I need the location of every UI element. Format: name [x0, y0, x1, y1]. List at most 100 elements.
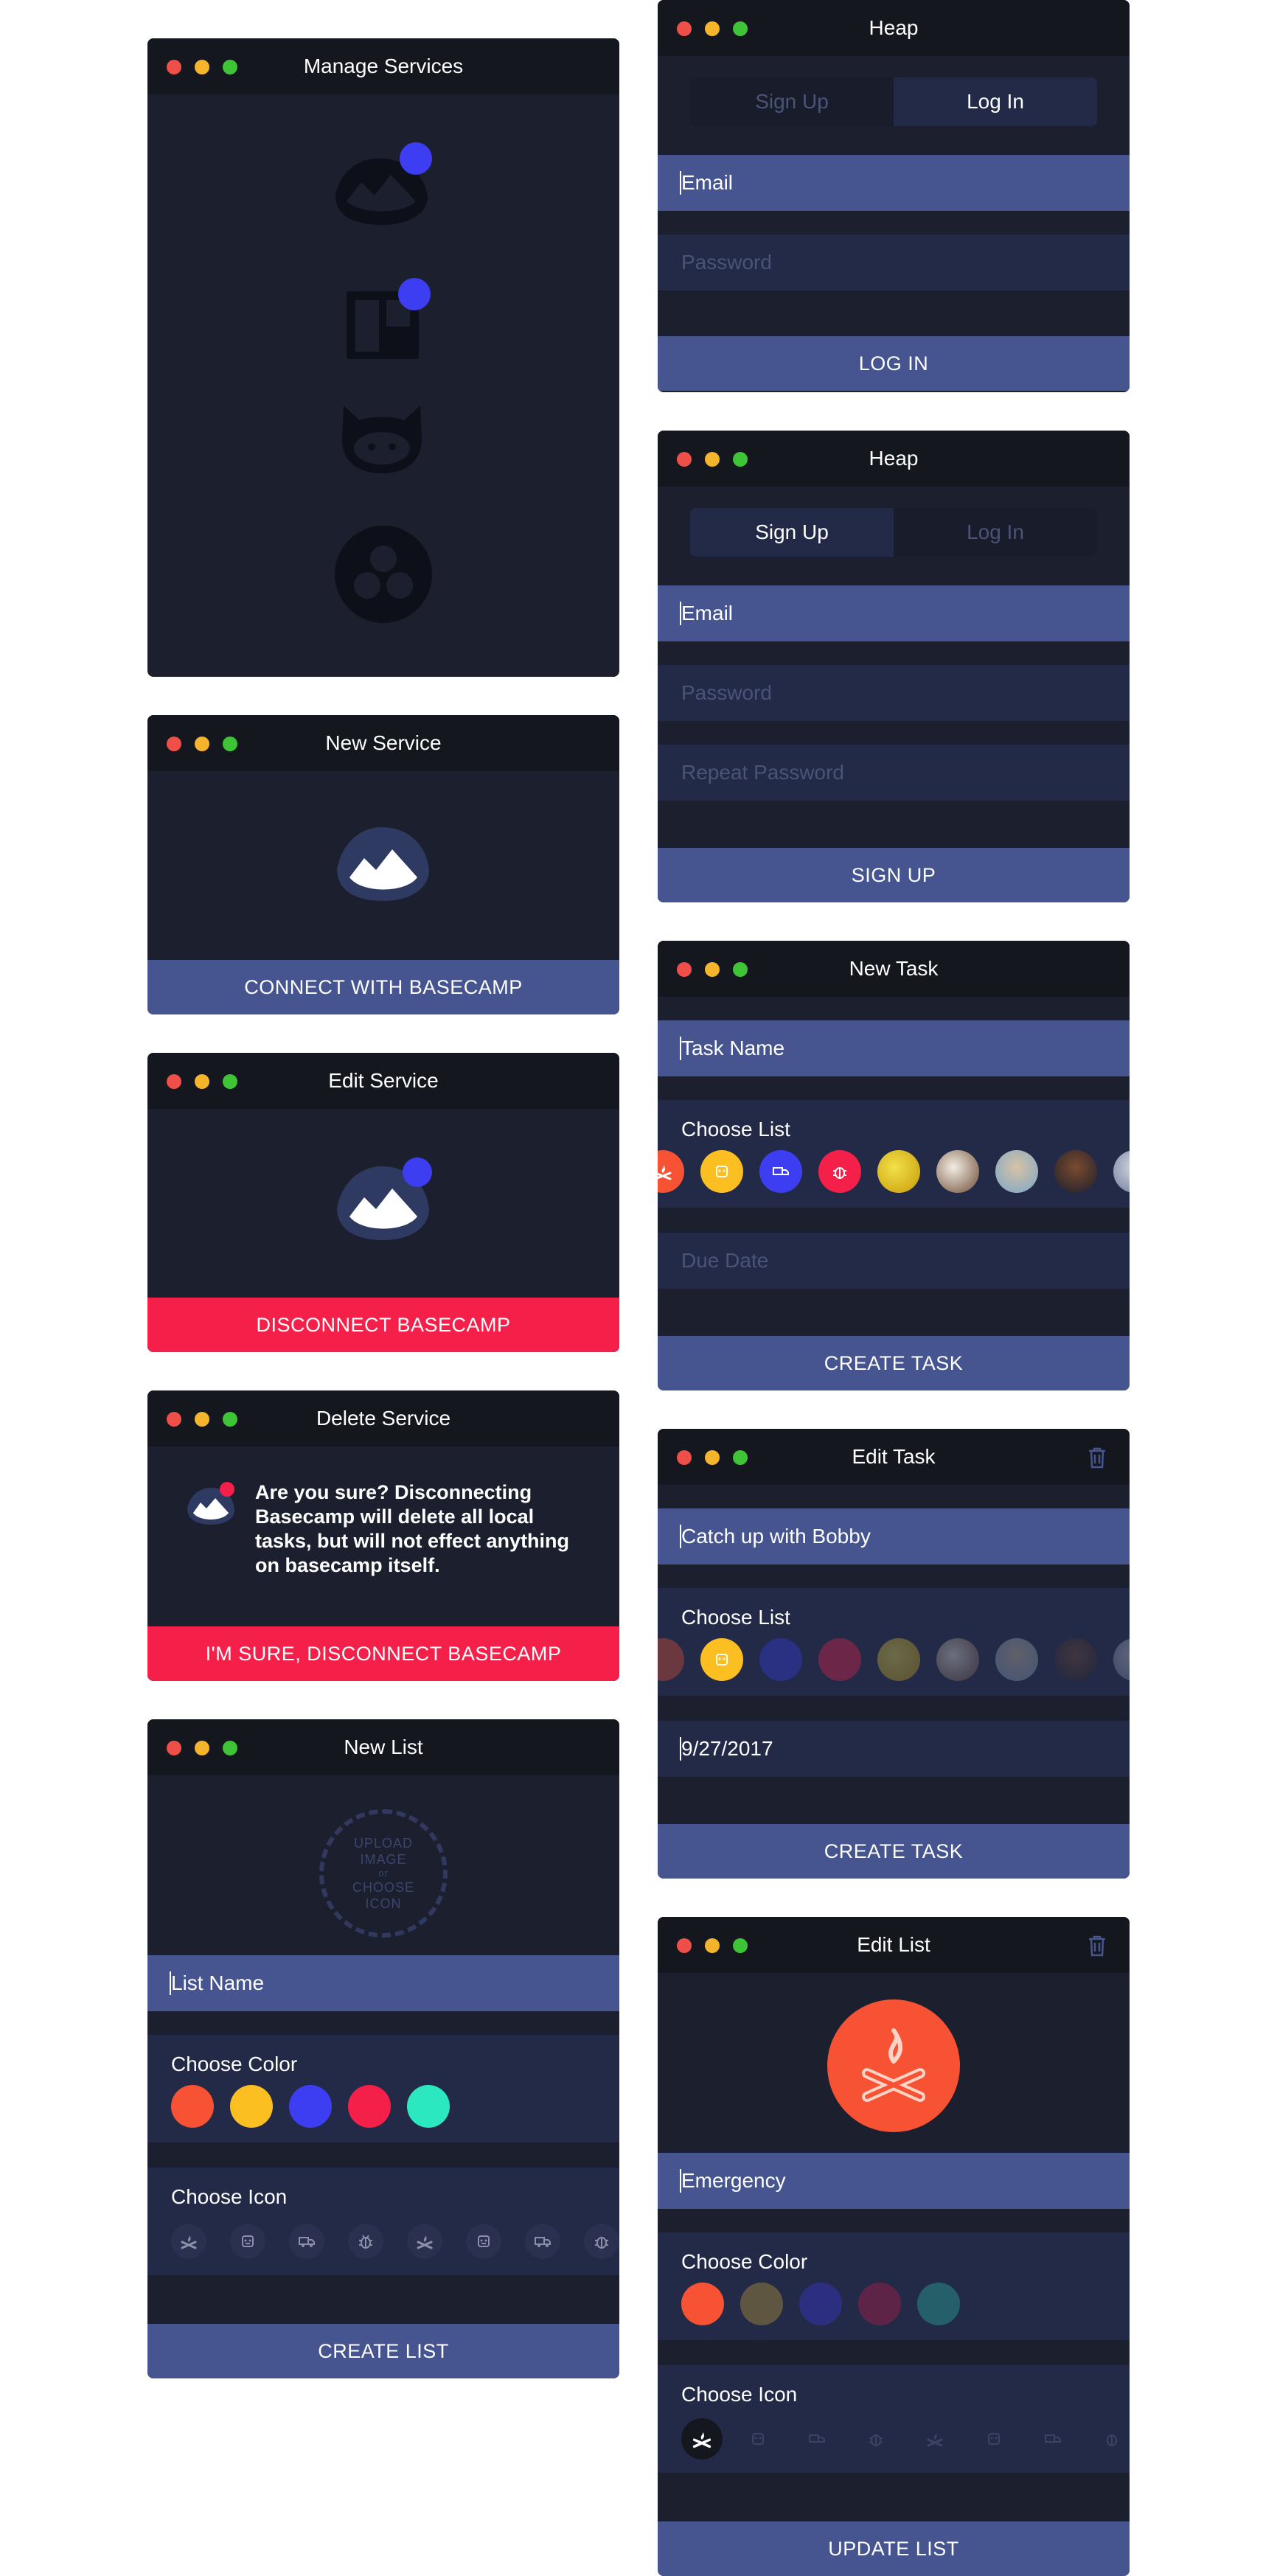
list-avatar-4[interactable]: [1054, 1150, 1097, 1193]
choose-color-label: Choose Color: [171, 2053, 298, 2075]
due-date-field[interactable]: Due Date: [658, 1233, 1130, 1289]
task-name-input[interactable]: Catch up with Bobby: [658, 1508, 1130, 1564]
titlebar: Heap: [658, 431, 1130, 487]
github-icon[interactable]: [338, 404, 426, 478]
task-name-input[interactable]: Task Name: [658, 1020, 1130, 1076]
list-name-input[interactable]: List Name: [147, 1955, 619, 2011]
window-title: Edit Task: [852, 1445, 936, 1468]
choose-color-section: Choose Color: [658, 2232, 1130, 2340]
truck-icon[interactable]: [799, 2421, 835, 2457]
window-title: Heap: [869, 447, 919, 470]
password-field[interactable]: Password: [658, 234, 1130, 290]
window-title: Edit List: [857, 1933, 930, 1956]
list-avatar-3[interactable]: [995, 1638, 1038, 1681]
tab-log-in[interactable]: Log In: [894, 77, 1097, 126]
upload-image-button[interactable]: UPLOAD IMAGE or CHOOSE ICON: [319, 1809, 448, 1938]
titlebar: New List: [147, 1719, 619, 1775]
list-option-bug[interactable]: [818, 1150, 861, 1193]
heap-login-window: Heap Sign Up Log In Email Password LOG I…: [658, 0, 1130, 392]
color-option-blue[interactable]: [289, 2085, 332, 2128]
tab-sign-up[interactable]: Sign Up: [690, 508, 894, 557]
trello-icon[interactable]: [344, 278, 432, 359]
tab-sign-up[interactable]: Sign Up: [690, 77, 894, 126]
list-avatar-1[interactable]: [877, 1638, 920, 1681]
window-title: Edit Service: [328, 1069, 439, 1092]
list-avatar-4[interactable]: [1054, 1638, 1097, 1681]
truck-icon[interactable]: [289, 2224, 324, 2259]
list-option-truck[interactable]: [759, 1150, 802, 1193]
list-option-emergency[interactable]: [658, 1638, 684, 1681]
color-option-teal[interactable]: [407, 2085, 450, 2128]
bug-icon[interactable]: [584, 2224, 619, 2259]
color-option-red[interactable]: [348, 2085, 391, 2128]
color-option-red[interactable]: [858, 2283, 901, 2325]
window-title: New List: [344, 1736, 423, 1758]
create-task-button[interactable]: CREATE TASK: [658, 1824, 1130, 1879]
disconnect-basecamp-button[interactable]: DISCONNECT BASECAMP: [147, 1298, 619, 1352]
basecamp-icon: [187, 1482, 234, 1525]
robot-icon[interactable]: [976, 2421, 1012, 2457]
campfire-icon[interactable]: [681, 2418, 723, 2460]
upload-label-2: IMAGE: [360, 1852, 407, 1867]
campfire-icon[interactable]: [827, 1999, 960, 2132]
titlebar: Manage Services: [147, 38, 619, 94]
list-option-emergency[interactable]: [658, 1150, 684, 1193]
campfire-icon[interactable]: [407, 2224, 442, 2259]
email-field[interactable]: Email: [658, 155, 1130, 211]
titlebar: New Service: [147, 715, 619, 771]
list-option-truck[interactable]: [759, 1638, 802, 1681]
robot-icon[interactable]: [740, 2421, 776, 2457]
color-option-teal[interactable]: [917, 2283, 960, 2325]
tab-log-in[interactable]: Log In: [894, 508, 1097, 557]
connect-basecamp-button[interactable]: CONNECT WITH BASECAMP: [147, 960, 619, 1014]
create-list-button[interactable]: CREATE LIST: [147, 2324, 619, 2378]
list-avatar-1[interactable]: [877, 1150, 920, 1193]
list-avatar-3[interactable]: [995, 1150, 1038, 1193]
password-field[interactable]: Password: [658, 665, 1130, 721]
upload-label-4: ICON: [365, 1896, 402, 1911]
basecamp-icon[interactable]: [333, 142, 434, 231]
list-option-bug[interactable]: [818, 1638, 861, 1681]
email-field[interactable]: Email: [658, 585, 1130, 641]
delete-service-window: Delete Service Are you sure? Disconnecti…: [147, 1390, 619, 1681]
robot-icon[interactable]: [230, 2224, 265, 2259]
due-date-field[interactable]: 9/27/2017: [658, 1721, 1130, 1777]
confirm-disconnect-button[interactable]: I'M SURE, DISCONNECT BASECAMP: [147, 1626, 619, 1681]
list-name-input[interactable]: Emergency: [658, 2153, 1130, 2209]
choose-icon-label: Choose Icon: [681, 2383, 798, 2406]
bug-icon[interactable]: [1094, 2421, 1130, 2457]
window-title: New Task: [849, 957, 939, 980]
update-list-button[interactable]: UPDATE LIST: [658, 2521, 1130, 2576]
truck-icon[interactable]: [525, 2224, 560, 2259]
list-option-robot[interactable]: [700, 1638, 743, 1681]
color-option-blue[interactable]: [799, 2283, 842, 2325]
list-avatar-2[interactable]: [936, 1150, 979, 1193]
upload-label-3: CHOOSE: [352, 1880, 414, 1895]
asana-icon[interactable]: [334, 525, 433, 624]
bug-icon[interactable]: [348, 2224, 383, 2259]
trash-icon[interactable]: [1087, 1447, 1107, 1469]
list-option-robot[interactable]: [700, 1150, 743, 1193]
basecamp-icon: [337, 827, 429, 901]
robot-icon[interactable]: [466, 2224, 501, 2259]
list-avatar-5[interactable]: [1113, 1150, 1130, 1193]
delete-warning-message: Are you sure? Disconnecting Basecamp wil…: [255, 1481, 570, 1576]
bug-icon[interactable]: [858, 2421, 894, 2457]
color-options: [681, 2283, 976, 2325]
color-option-orange[interactable]: [171, 2085, 214, 2128]
list-avatar-2[interactable]: [936, 1638, 979, 1681]
create-task-button[interactable]: CREATE TASK: [658, 1336, 1130, 1390]
color-option-orange[interactable]: [681, 2283, 724, 2325]
sign-up-button[interactable]: SIGN UP: [658, 848, 1130, 902]
campfire-icon[interactable]: [171, 2224, 206, 2259]
truck-icon[interactable]: [1035, 2421, 1071, 2457]
campfire-icon[interactable]: [917, 2421, 953, 2457]
trash-icon[interactable]: [1087, 1935, 1107, 1957]
titlebar: Delete Service: [147, 1390, 619, 1447]
repeat-password-field[interactable]: Repeat Password: [658, 745, 1130, 801]
list-avatar-5[interactable]: [1113, 1638, 1130, 1681]
color-option-yellow[interactable]: [230, 2085, 273, 2128]
color-option-yellow[interactable]: [740, 2283, 783, 2325]
log-in-button[interactable]: LOG IN: [658, 336, 1130, 391]
auth-tabs: Sign Up Log In: [690, 77, 1097, 126]
